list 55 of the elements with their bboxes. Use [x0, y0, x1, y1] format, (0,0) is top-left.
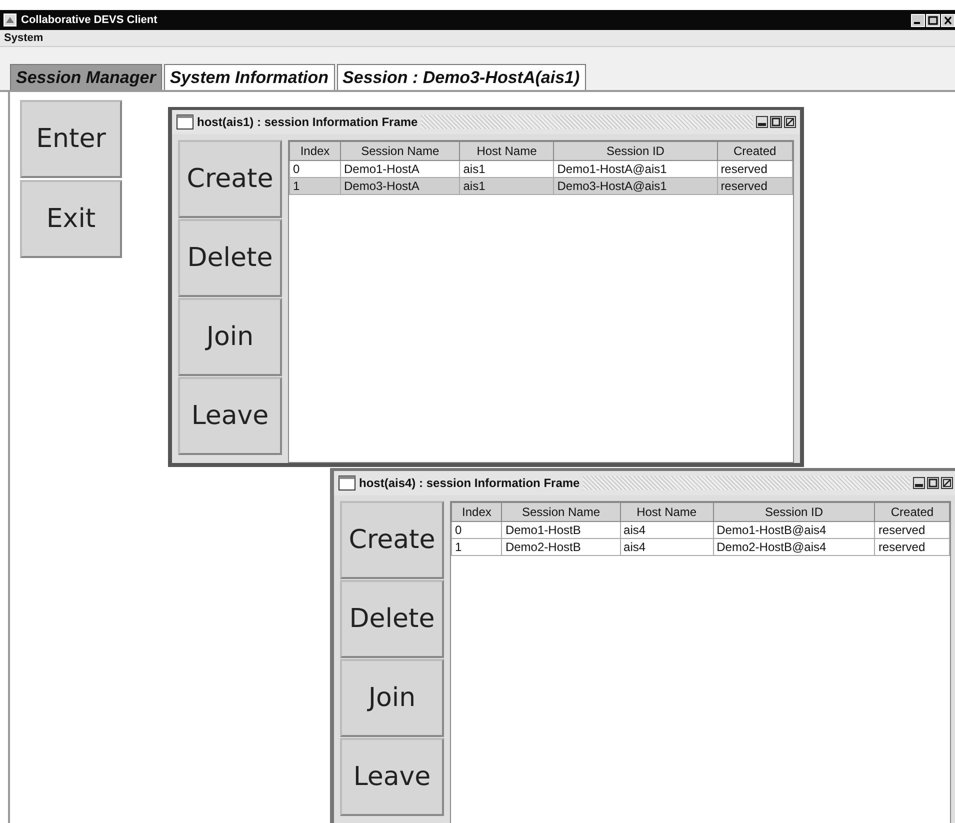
column-header[interactable]: Session Name [340, 142, 460, 160]
button[interactable]: Join [340, 659, 444, 737]
frame-title: host(ais1) : session Information Frame [197, 115, 418, 129]
button[interactable]: Join [178, 298, 282, 376]
minimize-icon[interactable] [913, 477, 925, 489]
frame-icon [338, 475, 356, 491]
frame-icon [176, 114, 194, 130]
column-header[interactable]: Created [717, 142, 792, 160]
maximize-icon[interactable] [770, 116, 782, 128]
column-header[interactable]: Session ID [713, 502, 875, 522]
column-header[interactable]: Session ID [554, 142, 718, 160]
button[interactable]: Exit [20, 180, 122, 258]
column-header[interactable]: Index [452, 502, 502, 522]
maximize-icon[interactable] [927, 477, 939, 489]
table-cell: ais4 [620, 522, 714, 538]
minimize-icon[interactable] [756, 116, 768, 128]
table-cell: 1 [290, 178, 340, 194]
table-cell: Demo3-HostA [340, 178, 460, 194]
window-title: Collaborative DEVS Client [21, 14, 158, 26]
tab[interactable]: System Information [164, 64, 335, 90]
button[interactable]: Create [340, 501, 444, 579]
app-icon [3, 13, 17, 27]
column-header[interactable]: Session Name [502, 502, 620, 522]
table-cell: Demo2-HostB [502, 538, 620, 556]
button[interactable]: Leave [340, 738, 444, 816]
table-row[interactable]: 1 Demo2-HostB ais4 Demo2-HostB@ais4 reserved [452, 538, 950, 556]
column-header[interactable]: Index [290, 142, 340, 160]
table-cell: ais1 [460, 178, 554, 194]
button[interactable]: Delete [340, 580, 444, 658]
menu-item[interactable]: System [4, 32, 44, 44]
table-cell: Demo3-HostA@ais1 [554, 178, 718, 194]
tab[interactable]: Session Manager [10, 64, 162, 90]
table-cell: reserved [874, 522, 950, 538]
restore-icon[interactable] [784, 116, 796, 128]
column-header[interactable]: Host Name [620, 502, 714, 522]
table-cell: Demo2-HostB@ais4 [713, 538, 875, 556]
close-icon[interactable] [941, 14, 955, 26]
table-cell: reserved [874, 538, 950, 556]
table-cell: reserved [717, 178, 792, 194]
table-cell: Demo1-HostB@ais4 [713, 522, 875, 538]
column-header[interactable]: Host Name [460, 142, 554, 160]
button[interactable]: Leave [178, 377, 282, 455]
table-cell: Demo1-HostB [502, 522, 620, 538]
column-header[interactable]: Created [874, 502, 950, 522]
restore-icon[interactable] [941, 477, 953, 489]
table-row[interactable]: 0 Demo1-HostB ais4 Demo1-HostB@ais4 reserved [452, 522, 950, 538]
button[interactable]: Enter [20, 100, 122, 178]
table-row[interactable]: 1 Demo3-HostA ais1 Demo3-HostA@ais1 reserved [290, 178, 792, 194]
button[interactable]: Delete [178, 219, 282, 297]
table-cell: 0 [452, 522, 502, 538]
table-cell: ais4 [620, 538, 714, 556]
button[interactable]: Create [178, 140, 282, 218]
tab[interactable]: Session : Demo3-HostA(ais1) [336, 64, 586, 90]
frame-title: host(ais4) : session Information Frame [359, 476, 580, 490]
table-cell: 1 [452, 538, 502, 556]
